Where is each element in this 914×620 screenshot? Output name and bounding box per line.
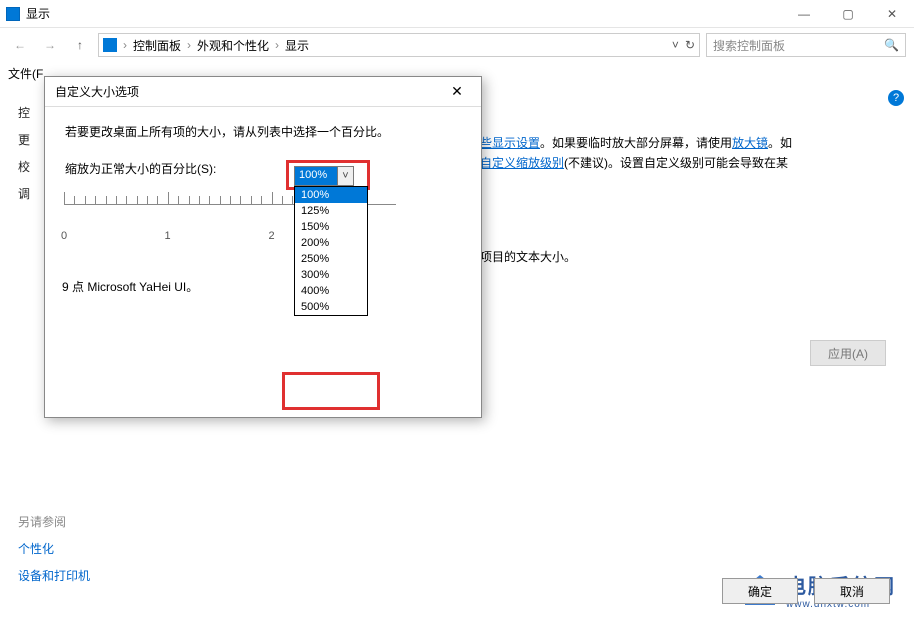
dialog-title: 自定义大小选项 [55, 83, 139, 100]
see-also: 另请参阅 个性化 设备和打印机 [18, 513, 90, 594]
search-placeholder: 搜索控制面板 [713, 37, 785, 54]
ruler-label: 1 [165, 230, 171, 242]
help-icon[interactable]: ? [888, 90, 904, 106]
chevron-right-icon: › [123, 38, 127, 52]
custom-size-dialog: 自定义大小选项 ✕ 若要更改桌面上所有项的大小，请从列表中选择一个百分比。 缩放… [44, 76, 482, 418]
scale-label: 缩放为正常大小的百分比(S): [65, 160, 216, 177]
link-devices-printers[interactable]: 设备和打印机 [18, 567, 90, 584]
breadcrumb-item[interactable]: 控制面板 [133, 37, 181, 54]
see-also-header: 另请参阅 [18, 513, 90, 530]
bg-text-row2: 自定义缩放级别(不建议)。设置自定义级别可能会导致在某 [480, 154, 788, 171]
breadcrumb-item[interactable]: 外观和个性化 [197, 37, 269, 54]
scale-option[interactable]: 500% [295, 299, 367, 315]
control-panel-icon [103, 38, 117, 52]
scale-option[interactable]: 150% [295, 219, 367, 235]
chevron-down-icon[interactable]: ˅ [672, 38, 679, 52]
window-titlebar: 显示 — ▢ ✕ [0, 0, 914, 28]
minimize-button[interactable]: — [782, 0, 826, 28]
scale-option[interactable]: 250% [295, 251, 367, 267]
dialog-close-button[interactable]: ✕ [443, 83, 471, 100]
scale-option[interactable]: 100% [295, 187, 367, 203]
window-title: 显示 [26, 5, 50, 22]
link-personalization[interactable]: 个性化 [18, 540, 90, 557]
chevron-down-icon[interactable]: ˅ [337, 167, 353, 185]
bg-text-row1: 些显示设置。如果要临时放大部分屏幕，请使用放大镜。如 [480, 132, 792, 154]
ok-button[interactable]: 确定 [722, 578, 798, 604]
search-icon: 🔍 [884, 38, 899, 52]
up-button[interactable]: ↑ [68, 33, 92, 57]
dialog-description: 若要更改桌面上所有项的大小，请从列表中选择一个百分比。 [65, 123, 461, 140]
scale-option[interactable]: 125% [295, 203, 367, 219]
link-display-settings[interactable]: 些显示设置 [480, 136, 540, 150]
ruler-label: 0 [61, 230, 67, 242]
menu-file[interactable]: 文件(F [8, 65, 43, 82]
window-buttons: — ▢ ✕ [782, 0, 914, 28]
scale-current-value: 100% [295, 167, 337, 185]
display-icon [6, 7, 20, 21]
scale-combobox[interactable]: 100% ˅ [294, 166, 354, 186]
cancel-button[interactable]: 取消 [814, 578, 890, 604]
apply-button[interactable]: 应用(A) [810, 340, 886, 366]
font-sample: 9 点 Microsoft YaHei UI。 [62, 278, 198, 295]
close-button[interactable]: ✕ [870, 0, 914, 28]
scale-option[interactable]: 300% [295, 267, 367, 283]
bg-text-row3: 项目的文本大小。 [480, 248, 576, 265]
sidebar-fragment: 控 [18, 104, 30, 121]
link-magnifier[interactable]: 放大镜 [732, 136, 768, 150]
maximize-button[interactable]: ▢ [826, 0, 870, 28]
sidebar-truncated: 控 更 校 调 [18, 104, 30, 202]
back-button[interactable]: ← [8, 33, 32, 57]
search-input[interactable]: 搜索控制面板 🔍 [706, 33, 906, 57]
sidebar-fragment: 调 [18, 185, 30, 202]
navigation-bar: ← → ↑ › 控制面板 › 外观和个性化 › 显示 ˅ ↻ 搜索控制面板 🔍 [0, 28, 914, 62]
chevron-right-icon: › [187, 38, 191, 52]
forward-button[interactable]: → [38, 33, 62, 57]
address-bar[interactable]: › 控制面板 › 外观和个性化 › 显示 ˅ ↻ [98, 33, 700, 57]
sidebar-fragment: 更 [18, 131, 30, 148]
scale-option[interactable]: 400% [295, 283, 367, 299]
sidebar-fragment: 校 [18, 158, 30, 175]
breadcrumb-item[interactable]: 显示 [285, 37, 309, 54]
refresh-icon[interactable]: ↻ [685, 38, 695, 52]
link-custom-scaling[interactable]: 自定义缩放级别 [480, 156, 564, 170]
chevron-right-icon: › [275, 38, 279, 52]
ruler-label: 2 [268, 230, 274, 242]
scale-option[interactable]: 200% [295, 235, 367, 251]
dialog-titlebar: 自定义大小选项 ✕ [45, 77, 481, 107]
scale-dropdown-list: 100% 125% 150% 200% 250% 300% 400% 500% [294, 186, 368, 316]
